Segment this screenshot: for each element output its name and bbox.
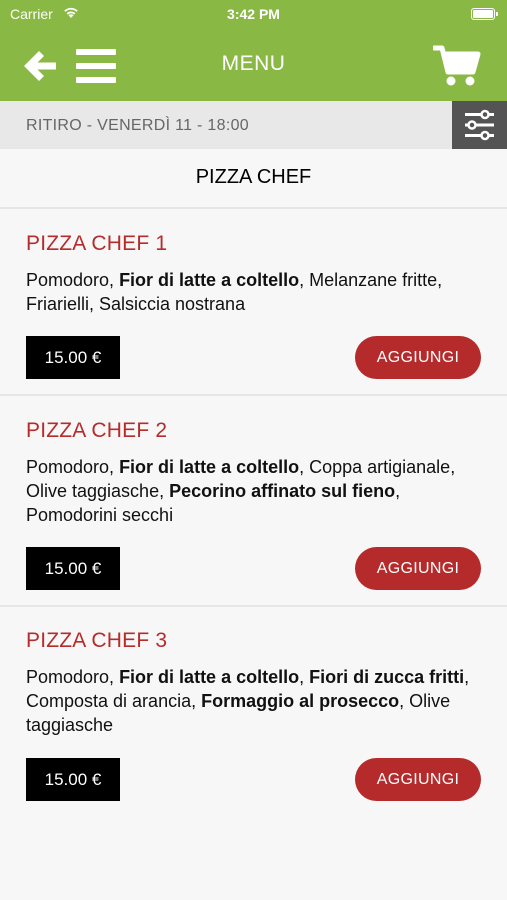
sliders-icon bbox=[465, 109, 494, 141]
description-text: Pomodoro, bbox=[26, 457, 120, 477]
pickup-bar: RITIRO - VENERDÌ 11 - 18:00 bbox=[0, 101, 507, 149]
add-button[interactable]: AGGIUNGI bbox=[355, 547, 481, 590]
item-name: PIZZA CHEF 3 bbox=[26, 629, 168, 652]
battery-icon bbox=[471, 8, 498, 20]
category-title: PIZZA CHEF bbox=[195, 166, 312, 188]
item-description: Pomodoro, Fior di latte a coltello, Mela… bbox=[26, 268, 486, 316]
description-highlight: Pecorino affinato sul fieno bbox=[169, 481, 396, 501]
item-price: 15.00 € bbox=[26, 547, 120, 590]
add-button[interactable]: AGGIUNGI bbox=[355, 336, 481, 379]
item-price: 15.00 € bbox=[26, 758, 120, 801]
nav-bar: MENU bbox=[0, 30, 507, 101]
item-description: Pomodoro, Fior di latte a coltello, Copp… bbox=[26, 455, 486, 527]
description-highlight: Fiori di zucca fritti bbox=[309, 667, 465, 687]
page-title: MENU bbox=[221, 52, 286, 75]
cart-button[interactable] bbox=[431, 44, 481, 88]
status-time: 3:42 PM bbox=[227, 6, 280, 22]
divider bbox=[0, 207, 507, 209]
description-highlight: Fior di latte a coltello bbox=[119, 457, 300, 477]
app-header: Carrier 3:42 PM MENU bbox=[0, 0, 507, 101]
filter-button[interactable] bbox=[452, 101, 507, 149]
item-name: PIZZA CHEF 2 bbox=[26, 419, 168, 442]
item-price: 15.00 € bbox=[26, 336, 120, 379]
description-text: Pomodoro, bbox=[26, 667, 120, 687]
description-text: , bbox=[299, 667, 310, 687]
divider bbox=[0, 605, 507, 607]
pickup-info: RITIRO - VENERDÌ 11 - 18:00 bbox=[26, 117, 249, 134]
item-description: Pomodoro, Fior di latte a coltello, Fior… bbox=[26, 665, 486, 737]
description-highlight: Fior di latte a coltello bbox=[119, 667, 300, 687]
status-bar: Carrier 3:42 PM bbox=[0, 0, 507, 30]
description-highlight: Fior di latte a coltello bbox=[119, 270, 300, 290]
divider bbox=[0, 394, 507, 396]
add-button[interactable]: AGGIUNGI bbox=[355, 758, 481, 801]
item-name: PIZZA CHEF 1 bbox=[26, 232, 168, 255]
description-text: Pomodoro, bbox=[26, 270, 120, 290]
cart-icon bbox=[431, 45, 481, 86]
description-highlight: Formaggio al prosecco bbox=[201, 691, 400, 711]
